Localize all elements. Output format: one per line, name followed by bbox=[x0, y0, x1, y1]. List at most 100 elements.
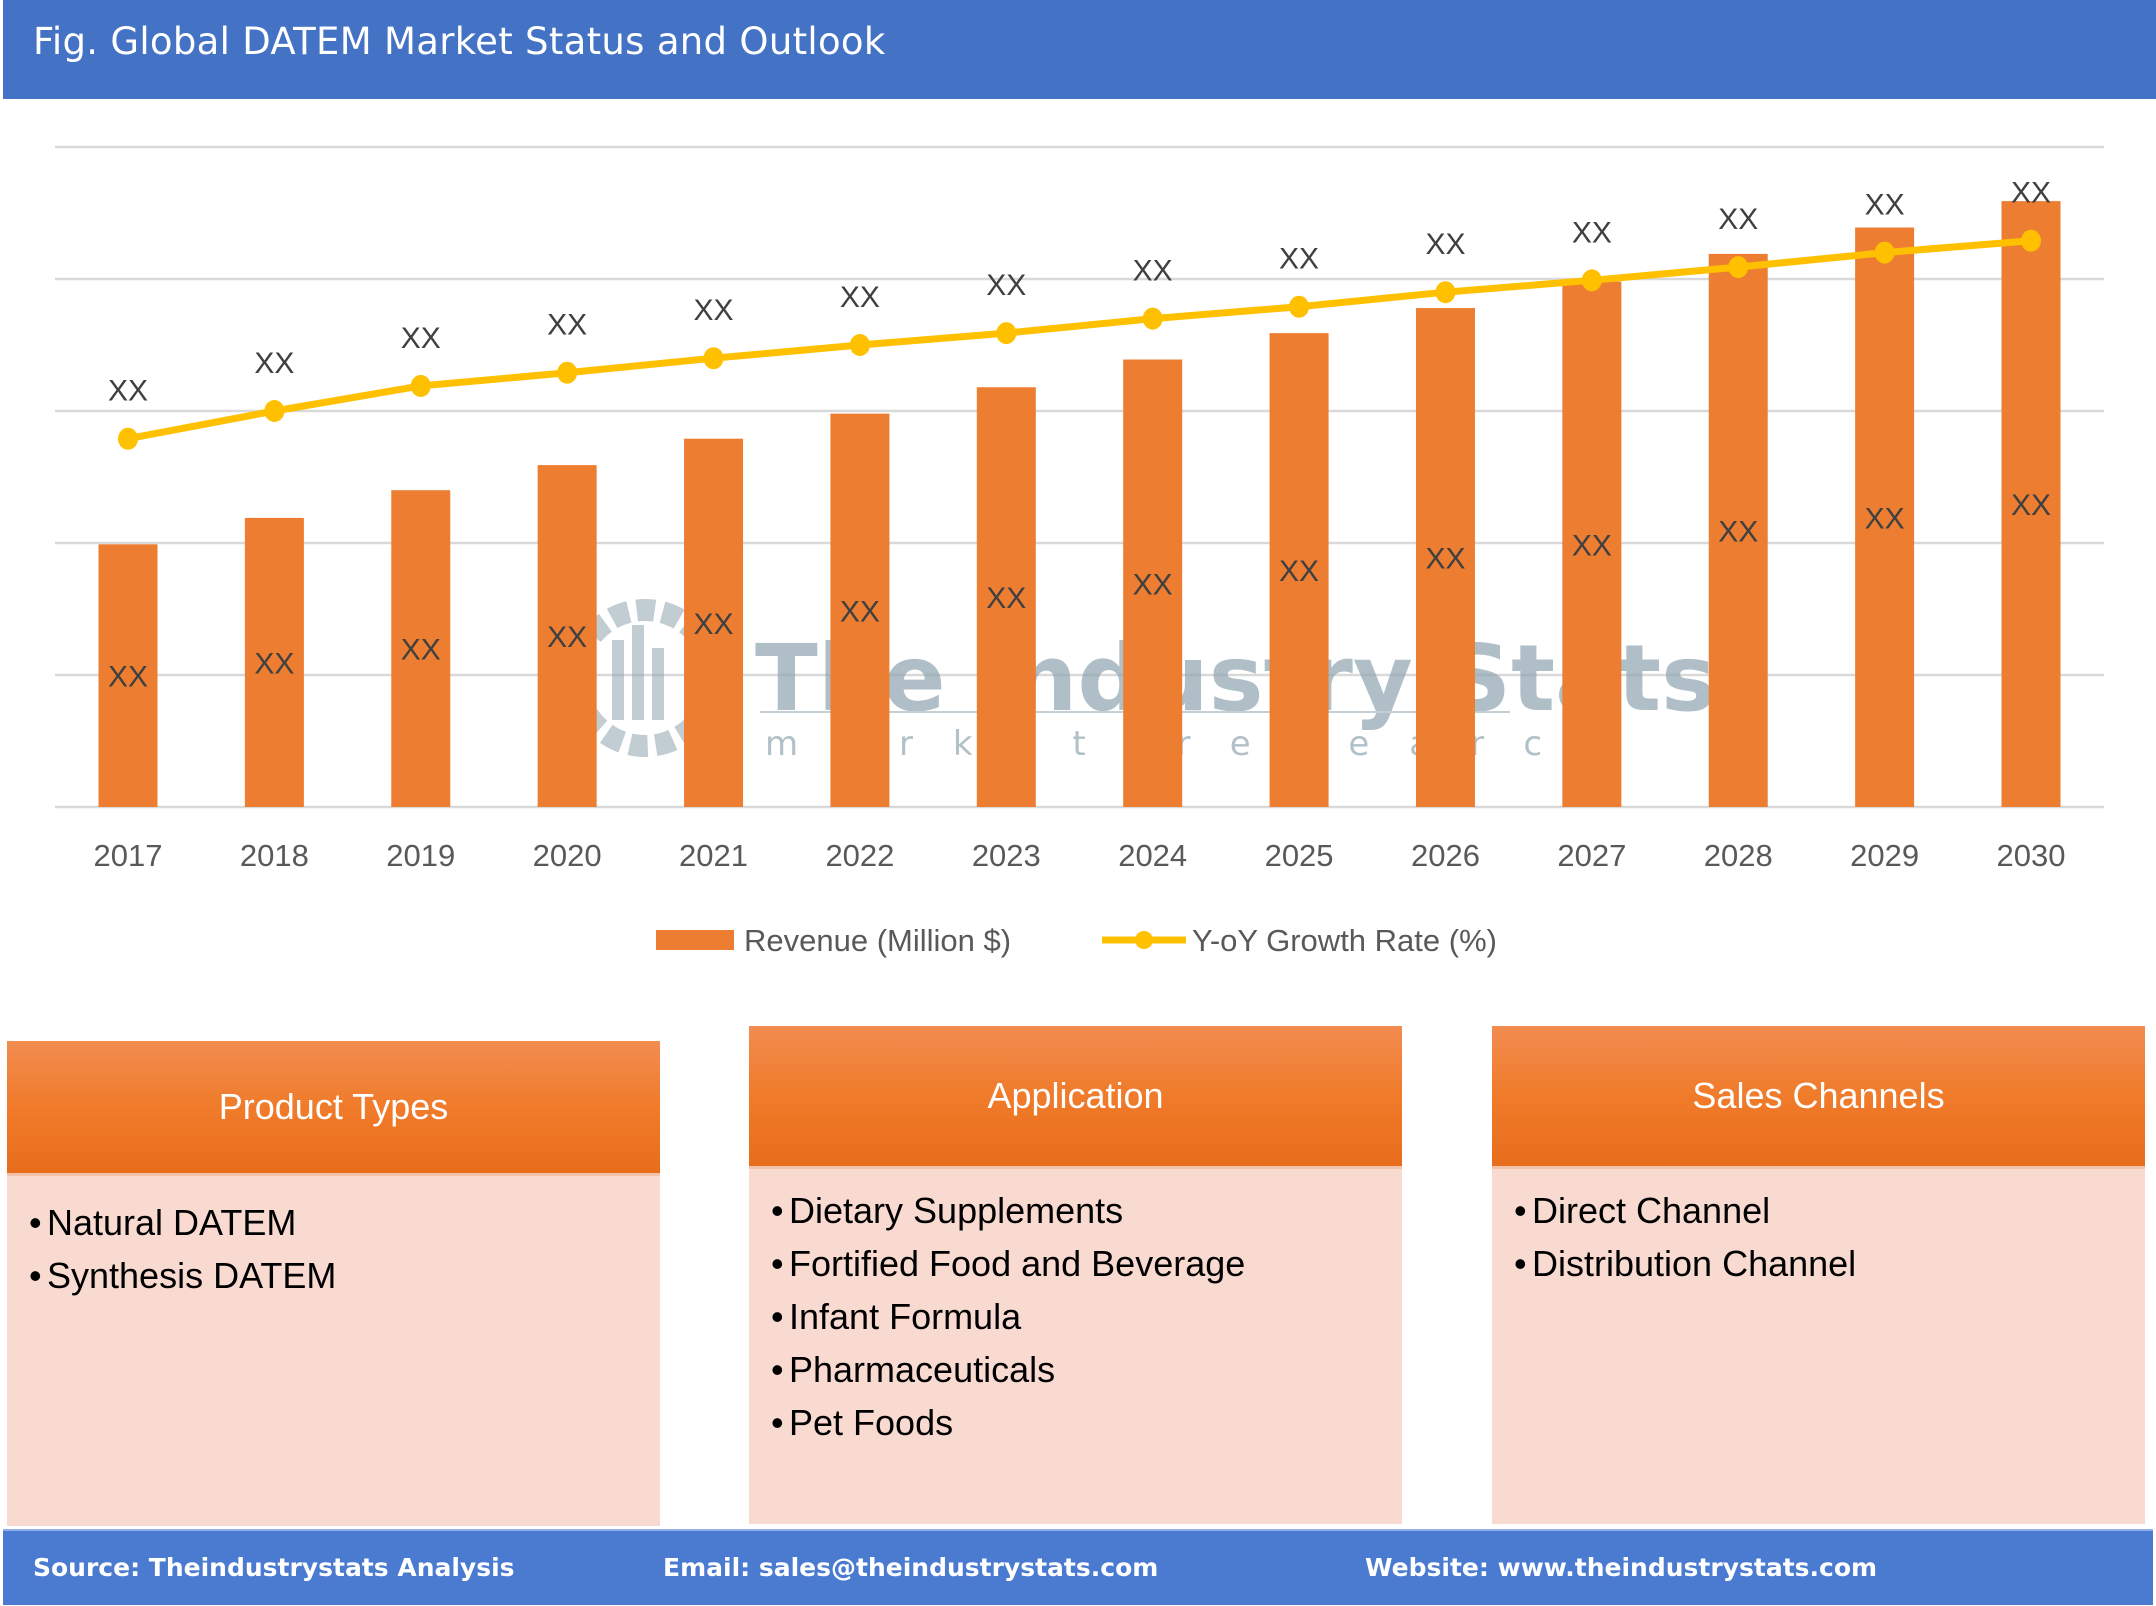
x-tick-label: 2028 bbox=[1704, 838, 1773, 873]
growth-data-label: XX bbox=[1572, 216, 1612, 249]
panel-body: • Natural DATEM • Synthesis DATEM bbox=[7, 1176, 660, 1526]
legend-revenue-label: Revenue (Million $) bbox=[744, 923, 1011, 958]
growth-data-label: XX bbox=[1279, 243, 1319, 276]
footer-website-link[interactable]: Website: www.theindustrystats.com bbox=[1365, 1553, 1877, 1582]
list-item-label: Pharmaceuticals bbox=[789, 1349, 1056, 1390]
growth-point bbox=[1581, 269, 1602, 292]
growth-data-label: XX bbox=[1865, 189, 1905, 222]
revenue-data-label: XX bbox=[986, 582, 1026, 615]
growth-point bbox=[118, 427, 138, 450]
growth-data-label: XX bbox=[2011, 177, 2051, 210]
panel-header: Sales Channels bbox=[1492, 1026, 2145, 1169]
revenue-data-label: XX bbox=[547, 621, 587, 654]
list-item: • Natural DATEM bbox=[29, 1196, 660, 1249]
chart-legend: Revenue (Million $) Y-oY Growth Rate (%) bbox=[656, 923, 1497, 958]
revenue-data-label: XX bbox=[840, 595, 880, 628]
x-tick-label: 2020 bbox=[533, 838, 602, 873]
watermark-subtitle: market research bbox=[765, 724, 1644, 764]
growth-point bbox=[849, 334, 870, 356]
growth-data-label: XX bbox=[1718, 203, 1758, 236]
growth-data-label: XX bbox=[986, 269, 1026, 302]
bullet-icon: • bbox=[1514, 1243, 1527, 1284]
growth-point bbox=[1142, 307, 1163, 330]
bullet-icon: • bbox=[29, 1255, 42, 1296]
x-tick-label: 2029 bbox=[1850, 838, 1919, 873]
list-item: • Pharmaceuticals bbox=[771, 1343, 1402, 1396]
growth-data-label: XX bbox=[694, 294, 734, 327]
x-tick-label: 2024 bbox=[1118, 838, 1187, 873]
x-tick-label: 2023 bbox=[972, 838, 1041, 873]
panel-body: • Dietary Supplements • Fortified Food and… bbox=[749, 1169, 1402, 1524]
growth-data-label: XX bbox=[1133, 255, 1173, 288]
footer-source: Source: Theindustrystats Analysis bbox=[33, 1553, 515, 1582]
x-tick-label: 2017 bbox=[94, 838, 163, 873]
list-item: • Direct Channel bbox=[1514, 1184, 2145, 1237]
application-panel: Application • Dietary Supplements • Fortif… bbox=[749, 1026, 1402, 1524]
x-tick-label: 2019 bbox=[386, 838, 455, 873]
growth-data-label: XX bbox=[108, 375, 148, 408]
revenue-data-label: XX bbox=[108, 661, 148, 694]
growth-data-label: XX bbox=[840, 281, 880, 314]
growth-point bbox=[1728, 256, 1749, 279]
growth-point bbox=[996, 322, 1017, 345]
list-item-label: Direct Channel bbox=[1532, 1190, 1771, 1231]
panel-body: • Direct Channel • Distribution Channel bbox=[1492, 1169, 2145, 1524]
bullet-icon: • bbox=[771, 1349, 784, 1390]
list-item: • Infant Formula bbox=[771, 1290, 1402, 1343]
revenue-data-label: XX bbox=[1865, 502, 1905, 535]
market-chart: The Industry Stats market research XX XX X… bbox=[55, 145, 2104, 958]
legend-revenue-swatch bbox=[656, 930, 734, 950]
bullet-icon: • bbox=[771, 1296, 784, 1337]
growth-data-label: XX bbox=[401, 322, 441, 355]
growth-point bbox=[264, 400, 285, 422]
legend-growth-marker-icon bbox=[1135, 931, 1153, 949]
panel-header: Application bbox=[749, 1026, 1402, 1169]
growth-data-label: XX bbox=[547, 309, 587, 342]
list-item-label: Pet Foods bbox=[789, 1402, 954, 1443]
x-tick-label: 2025 bbox=[1265, 838, 1334, 873]
footer-bar: Source: Theindustrystats Analysis Email:… bbox=[3, 1529, 2153, 1605]
x-tick-label: 2018 bbox=[240, 838, 309, 873]
panel-header: Product Types bbox=[7, 1041, 660, 1176]
sales-channels-panel: Sales Channels • Direct Channel • Distribu… bbox=[1492, 1026, 2145, 1524]
growth-point bbox=[703, 347, 724, 370]
growth-data-label: XX bbox=[254, 347, 294, 380]
revenue-data-label: XX bbox=[1425, 543, 1465, 576]
bullet-icon: • bbox=[771, 1190, 784, 1231]
list-item: • Distribution Channel bbox=[1514, 1237, 2145, 1290]
bullet-icon: • bbox=[29, 1202, 42, 1243]
legend-growth-label: Y-oY Growth Rate (%) bbox=[1192, 923, 1497, 958]
list-item-label: Synthesis DATEM bbox=[47, 1255, 337, 1296]
list-item-label: Infant Formula bbox=[789, 1296, 1022, 1337]
list-item: • Pet Foods bbox=[771, 1396, 1402, 1449]
growth-point bbox=[1289, 295, 1310, 318]
growth-point bbox=[1435, 281, 1456, 304]
revenue-data-label: XX bbox=[1718, 515, 1758, 548]
x-tick-label: 2021 bbox=[679, 838, 748, 873]
list-item-label: Fortified Food and Beverage bbox=[789, 1243, 1246, 1284]
list-item-label: Distribution Channel bbox=[1532, 1243, 1857, 1284]
figure-header: Fig. Global DATEM Market Status and Outl… bbox=[3, 0, 2156, 99]
list-item: • Synthesis DATEM bbox=[29, 1249, 660, 1302]
list-item-label: Dietary Supplements bbox=[789, 1190, 1124, 1231]
x-tick-label: 2027 bbox=[1557, 838, 1626, 873]
footer-email-link[interactable]: Email: sales@theindustrystats.com bbox=[663, 1553, 1158, 1582]
bullet-icon: • bbox=[771, 1402, 784, 1443]
x-axis-labels: 2017 2018 2019 2020 2021 2022 2023 2024 2025 2026… bbox=[94, 838, 2066, 873]
revenue-data-label: XX bbox=[1133, 568, 1173, 601]
figure-title: Fig. Global DATEM Market Status and Outl… bbox=[33, 20, 886, 63]
x-tick-label: 2022 bbox=[825, 838, 894, 873]
growth-point bbox=[557, 361, 578, 384]
x-tick-label: 2026 bbox=[1411, 838, 1480, 873]
revenue-data-label: XX bbox=[1572, 529, 1612, 562]
revenue-data-label: XX bbox=[254, 647, 294, 680]
growth-point bbox=[410, 374, 431, 397]
list-item: • Dietary Supplements bbox=[771, 1184, 1402, 1237]
revenue-data-label: XX bbox=[401, 634, 441, 667]
revenue-data-label: XX bbox=[1279, 555, 1319, 588]
list-item-label: Natural DATEM bbox=[47, 1202, 297, 1243]
revenue-data-label: XX bbox=[2011, 489, 2051, 522]
revenue-data-label: XX bbox=[694, 608, 734, 641]
product-types-panel: Product Types • Natural DATEM • Synthesis … bbox=[7, 1041, 660, 1526]
growth-data-label: XX bbox=[1425, 228, 1465, 261]
